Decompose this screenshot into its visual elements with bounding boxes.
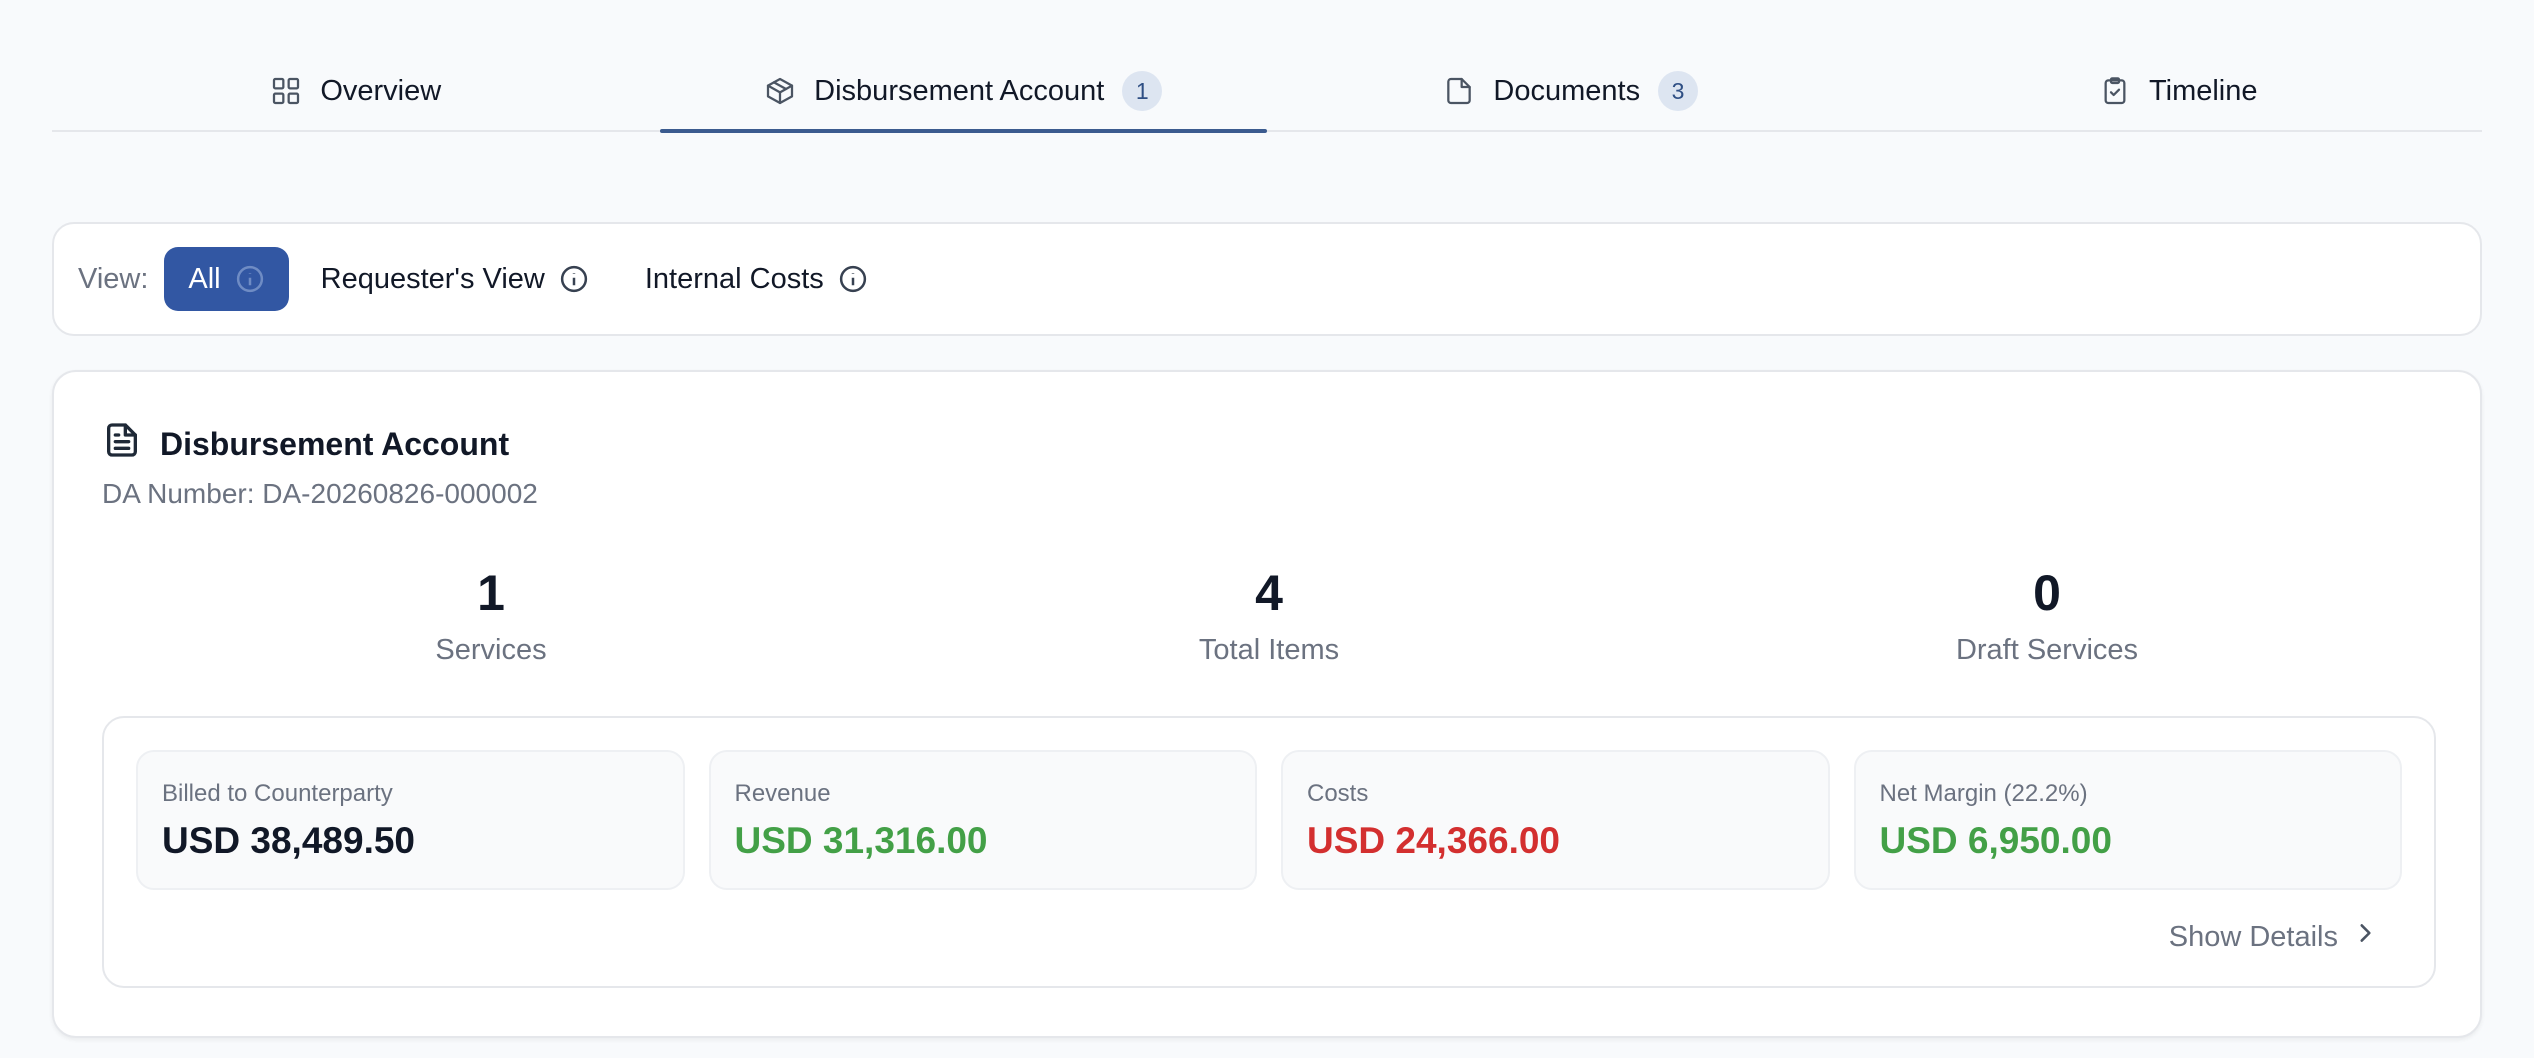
stat-draft-services: 0 Draft Services (1658, 568, 2436, 667)
fin-billed-to-counterparty: Billed to Counterparty USD 38,489.50 (136, 750, 685, 890)
stat-value: 0 (2033, 565, 2061, 621)
count-badge: 3 (1658, 71, 1699, 111)
card-title: Disbursement Account (102, 420, 509, 468)
stat-label: Draft Services (1955, 634, 2139, 666)
tab-overview[interactable]: Overview (52, 52, 660, 130)
info-icon[interactable] (235, 264, 265, 294)
fin-value: USD 38,489.50 (162, 820, 416, 861)
disbursement-account-card: Disbursement Account DA Number: DA-20260… (52, 370, 2482, 1038)
clipboard-check-icon (2099, 75, 2131, 107)
fin-value: USD 6,950.00 (1879, 820, 2112, 861)
stat-value: 1 (477, 565, 505, 621)
show-details-button[interactable]: Show Details (2169, 920, 2378, 954)
card-title-text: Disbursement Account (160, 425, 510, 462)
box-icon (764, 75, 796, 107)
view-option-label: Requester's View (320, 262, 545, 295)
financial-summary: Billed to Counterparty USD 38,489.50 Rev… (102, 716, 2436, 988)
view-selector: View: All Requester's View Internal Cost… (52, 222, 2482, 336)
view-option-internal-costs[interactable]: Internal Costs (621, 247, 892, 311)
tab-bar: Overview Disbursement Account 1 Document… (52, 52, 2483, 133)
fin-label: Billed to Counterparty (162, 780, 393, 807)
view-option-label: All (188, 262, 221, 295)
fin-costs: Costs USD 24,366.00 (1281, 750, 1830, 890)
stat-total-items: 4 Total Items (880, 568, 1658, 667)
tab-documents[interactable]: Documents 3 (1267, 52, 1875, 130)
tab-label: Documents (1493, 74, 1641, 107)
stat-services: 1 Services (102, 568, 880, 667)
info-icon[interactable] (838, 264, 868, 294)
document-icon (102, 420, 142, 468)
view-option-requesters-view[interactable]: Requester's View (297, 247, 613, 311)
fin-net-margin: Net Margin (22.2%) USD 6,950.00 (1853, 750, 2402, 890)
grid-icon (270, 75, 302, 107)
chevron-right-icon (2352, 920, 2378, 954)
fin-label: Net Margin (22.2%) (1879, 780, 2088, 807)
da-number: DA Number: DA-20260826-000002 (102, 478, 538, 509)
tab-label: Timeline (2148, 74, 2258, 107)
tab-label: Overview (320, 74, 442, 107)
stat-value: 4 (1255, 565, 1283, 621)
stats-row: 1 Services 4 Total Items 0 Draft Service… (102, 568, 2436, 667)
fin-revenue: Revenue USD 31,316.00 (708, 750, 1257, 890)
fin-value: USD 31,316.00 (734, 820, 988, 861)
fin-label: Costs (1307, 780, 1369, 807)
file-icon (1443, 75, 1475, 107)
view-option-all[interactable]: All (164, 247, 289, 311)
fin-value: USD 24,366.00 (1307, 820, 1561, 861)
fin-label: Revenue (734, 780, 831, 807)
view-option-label: Internal Costs (644, 262, 824, 295)
financial-row: Billed to Counterparty USD 38,489.50 Rev… (136, 750, 2402, 890)
tab-label: Disbursement Account (814, 74, 1105, 107)
show-details-label: Show Details (2168, 920, 2338, 953)
stat-label: Services (435, 634, 547, 666)
count-badge: 1 (1122, 71, 1163, 111)
tab-timeline[interactable]: Timeline (1875, 52, 2483, 130)
view-label: View: (78, 262, 149, 295)
info-icon[interactable] (559, 264, 589, 294)
stat-label: Total Items (1198, 634, 1340, 666)
tab-disbursement-account[interactable]: Disbursement Account 1 (659, 52, 1268, 133)
